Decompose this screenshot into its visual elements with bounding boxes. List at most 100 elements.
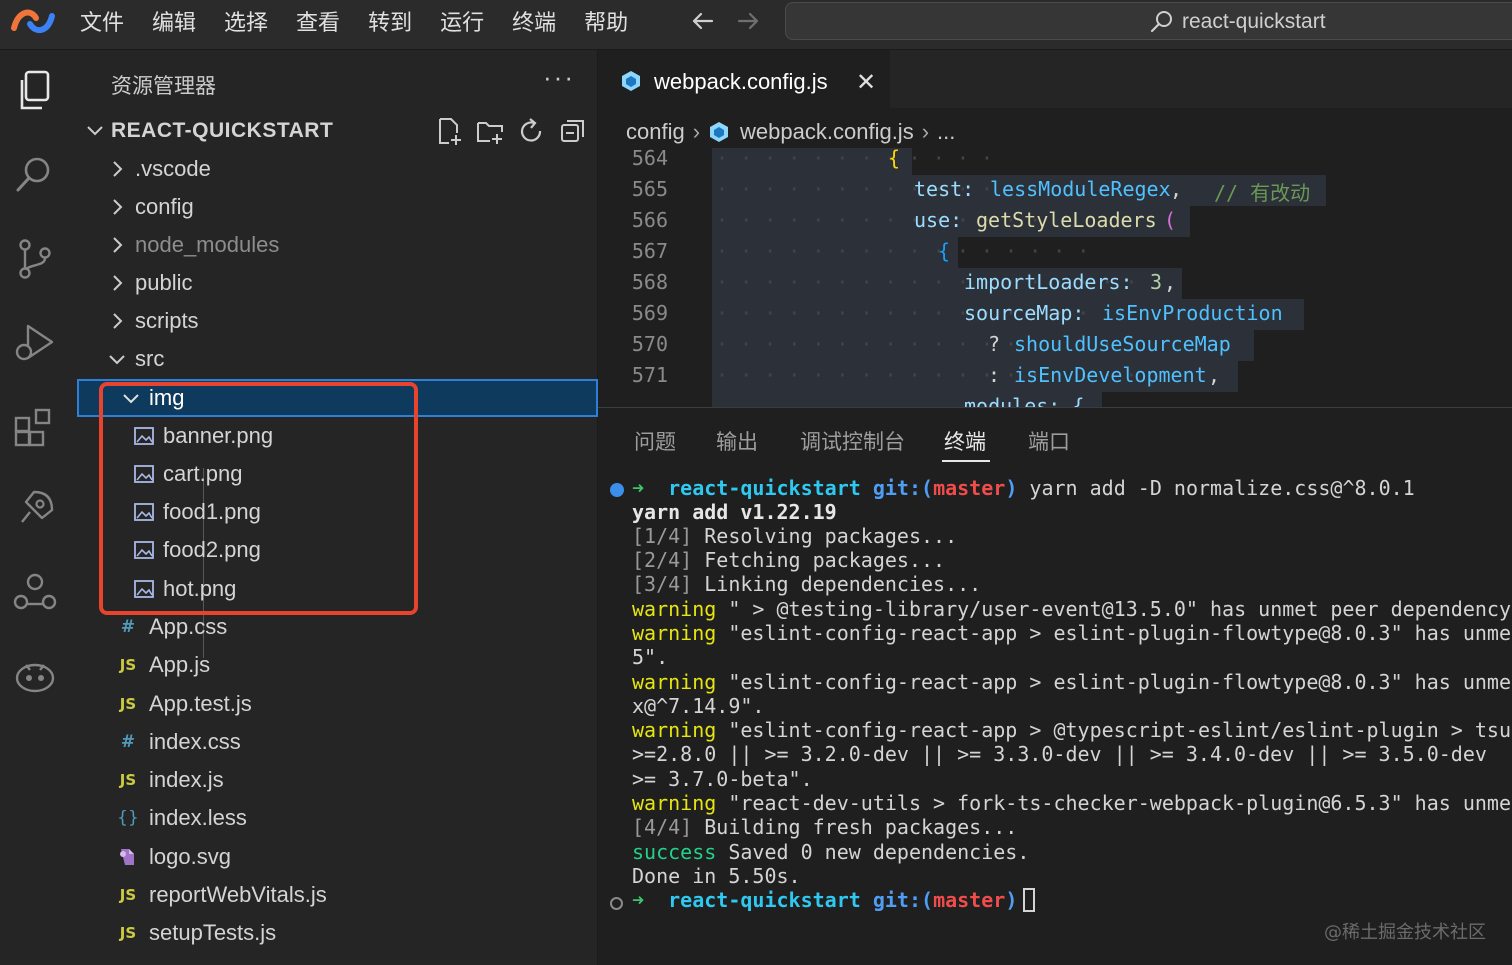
source-control-icon[interactable]	[12, 236, 58, 282]
file-app-js[interactable]: JS App.js	[77, 646, 598, 684]
tab-terminal[interactable]: 终端	[944, 426, 986, 456]
line-number: 569	[631, 301, 668, 325]
folder-node-modules[interactable]: node_modules	[77, 226, 598, 264]
menu-file[interactable]: 文件	[80, 5, 124, 37]
new-folder-icon[interactable]	[475, 116, 505, 146]
explorer-sidebar: 资源管理器 ··· REACT-QUICKSTART .vscode confi…	[77, 50, 598, 965]
file-index-less[interactable]: {} index.less	[77, 799, 598, 837]
line-number: 568	[631, 270, 668, 294]
menu-view[interactable]: 查看	[296, 5, 340, 37]
code-token: sourceMap:	[964, 301, 1085, 325]
title-bar: 文件 编辑 选择 查看 转到 运行 终端 帮助 react-quickstart	[0, 0, 1512, 50]
code-token: modules: {	[964, 394, 1085, 407]
file-logo-svg[interactable]: logo.svg	[77, 838, 598, 876]
more-actions-button[interactable]: ···	[543, 62, 575, 93]
folder-src[interactable]: src	[77, 340, 598, 378]
search-icon[interactable]	[12, 152, 58, 198]
tab-problems[interactable]: 问题	[634, 426, 676, 456]
breadcrumb-item[interactable]: webpack.config.js	[740, 119, 914, 145]
line-number: 566	[631, 208, 668, 232]
menu-go[interactable]: 转到	[368, 5, 412, 37]
close-icon[interactable]: ✕	[856, 68, 876, 97]
file-label: App.js	[149, 652, 211, 677]
tab-webpack-config[interactable]: webpack.config.js ✕	[598, 50, 890, 108]
menu-selection[interactable]: 选择	[224, 5, 268, 37]
code-line: 568 · · · · · · · · · · · · · · · · · · …	[598, 268, 1512, 299]
folder-label: src	[135, 346, 165, 371]
live-share-icon[interactable]	[12, 570, 58, 616]
explorer-icon[interactable]	[12, 68, 58, 114]
menu-run[interactable]: 运行	[440, 5, 484, 37]
menu-edit[interactable]: 编辑	[152, 5, 196, 37]
config-file-icon	[710, 122, 729, 142]
chevron-right-icon	[113, 237, 123, 253]
project-header[interactable]: REACT-QUICKSTART	[77, 112, 598, 150]
forward-arrow-icon[interactable]	[733, 6, 763, 36]
css-file-icon: #	[120, 732, 136, 752]
refresh-icon[interactable]	[516, 116, 546, 146]
code-line: 565 · · · · · · · · · · · · · · test: le…	[598, 175, 1512, 206]
file-index-css[interactable]: # index.css	[77, 723, 598, 761]
chevron-right-icon	[113, 313, 123, 329]
code-editor[interactable]: 564 · · · · · · · · · · · · { 565 · · · …	[598, 148, 1512, 407]
code-token: importLoaders:	[964, 270, 1133, 294]
remote-explorer-icon[interactable]	[12, 486, 58, 532]
folder-label: public	[135, 270, 193, 295]
folder-label: .vscode	[135, 156, 211, 181]
project-name: REACT-QUICKSTART	[111, 119, 334, 142]
tab-debug-console[interactable]: 调试控制台	[800, 426, 905, 456]
back-arrow-icon[interactable]	[688, 6, 718, 36]
file-label: index.css	[149, 729, 241, 754]
terminal-output[interactable]: ➜ react-quickstart git:(master) yarn add…	[598, 474, 1512, 954]
code-comment: // 有改动	[1214, 181, 1311, 205]
tab-label: webpack.config.js	[654, 69, 828, 94]
terminal-cursor	[1023, 888, 1036, 912]
extensions-icon[interactable]	[12, 404, 58, 450]
file-index-js[interactable]: JS index.js	[77, 761, 598, 799]
js-file-icon: JS	[119, 886, 137, 904]
code-token: shouldUseSourceMap	[1014, 332, 1231, 356]
chevron-right-icon: ›	[921, 119, 930, 144]
terminal-warning-line: warning " > @testing-library/user-event@…	[632, 597, 1512, 621]
line-number: 567	[631, 239, 668, 263]
run-debug-icon[interactable]	[12, 320, 58, 366]
code-token: (	[1164, 208, 1177, 232]
code-token: {	[888, 148, 901, 170]
file-reportwebvitals-js[interactable]: JS reportWebVitals.js	[77, 876, 598, 914]
line-number: 571	[631, 363, 668, 387]
file-app-test-js[interactable]: JS App.test.js	[77, 685, 598, 723]
folder-vscode[interactable]: .vscode	[77, 150, 598, 188]
svg-file-icon	[120, 849, 134, 865]
css-file-icon: #	[120, 617, 136, 637]
code-line: 566 · · · · · · · · · · · · · · use: get…	[598, 206, 1512, 237]
sidebar-title: 资源管理器	[111, 74, 216, 98]
breadcrumb-item[interactable]: config	[626, 119, 685, 145]
folder-public[interactable]: public	[77, 264, 598, 302]
folder-config[interactable]: config	[77, 188, 598, 226]
code-token: isEnvDevelopment	[1014, 363, 1207, 387]
menu-terminal[interactable]: 终端	[512, 5, 556, 37]
chevron-down-icon	[109, 355, 125, 365]
new-file-icon[interactable]	[434, 116, 464, 146]
terminal-line: [3/4] Linking dependencies...	[632, 572, 982, 596]
menu-help[interactable]: 帮助	[584, 5, 628, 37]
copilot-icon[interactable]	[12, 654, 58, 700]
config-file-icon	[622, 71, 640, 91]
tab-ports[interactable]: 端口	[1028, 426, 1070, 456]
tab-output[interactable]: 输出	[716, 426, 758, 456]
file-app-css[interactable]: # App.css	[77, 608, 598, 646]
command-center-search[interactable]: react-quickstart	[785, 2, 1512, 40]
collapse-all-icon[interactable]	[558, 116, 588, 146]
js-file-icon: JS	[119, 656, 137, 674]
terminal-line: 5".	[632, 645, 669, 669]
terminal-line: x@^7.14.9".	[632, 694, 765, 718]
file-label: reportWebVitals.js	[149, 882, 327, 907]
code-line: 569 · · · · · · · · · · · · · · · · · · …	[598, 299, 1512, 330]
code-token: test:	[914, 177, 975, 201]
command-center-label: react-quickstart	[1182, 10, 1326, 33]
terminal-line: yarn add v1.22.19	[632, 500, 837, 524]
file-setuptests-js[interactable]: JS setupTests.js	[77, 914, 598, 952]
activity-bar	[0, 50, 77, 965]
breadcrumb-item[interactable]: ...	[937, 119, 955, 145]
folder-scripts[interactable]: scripts	[77, 302, 598, 340]
